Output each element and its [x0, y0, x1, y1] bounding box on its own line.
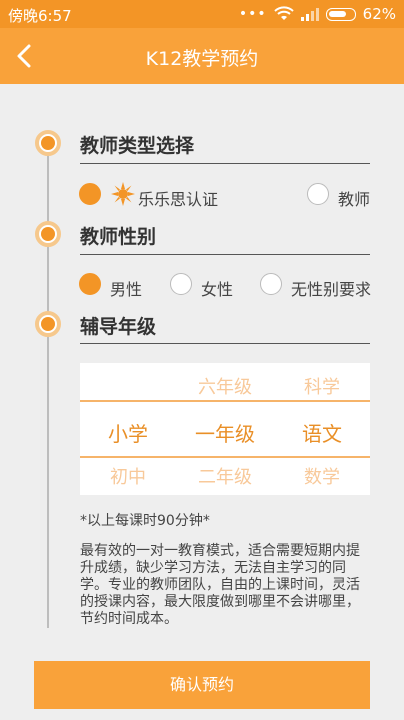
status-time: 傍晚6:57: [8, 7, 72, 25]
battery-icon: [325, 7, 356, 21]
step-marker-gender: [35, 221, 61, 247]
step-marker-teacher-type: [35, 130, 61, 156]
signal-icon: [300, 8, 319, 21]
sun-badge-icon: [111, 182, 135, 206]
radio-certified-teacher[interactable]: [79, 183, 101, 205]
picker-level-below[interactable]: 初中: [80, 463, 176, 489]
notification-dots-icon: •••: [238, 6, 267, 22]
picker-grade-selected[interactable]: 一年级: [177, 418, 273, 447]
label-teacher: 教师: [338, 190, 371, 209]
label-male: 男性: [110, 280, 143, 299]
wifi-icon: [273, 6, 294, 20]
picker-subject-below[interactable]: 数学: [274, 463, 370, 489]
radio-teacher[interactable]: [307, 183, 329, 205]
app-bar: K12教学预约: [0, 28, 404, 84]
grade-picker[interactable]: 小学 初中 六年级 一年级 二年级 科学 语文 数学: [80, 363, 370, 495]
radio-female[interactable]: [170, 273, 192, 295]
picker-grade-above[interactable]: 六年级: [177, 373, 273, 399]
battery-percent: 62%: [362, 5, 396, 23]
divider: [80, 254, 370, 255]
picker-subject-above[interactable]: 科学: [274, 373, 370, 399]
section-title-gender: 教师性别: [80, 226, 157, 248]
section-title-teacher-type: 教师类型选择: [80, 135, 195, 157]
picker-grade-below[interactable]: 二年级: [177, 463, 273, 489]
label-no-preference: 无性别要求: [291, 280, 372, 299]
divider: [80, 163, 370, 164]
step-marker-grade: [35, 311, 61, 337]
lesson-duration-note: *以上每课时90分钟*: [80, 513, 210, 529]
radio-no-preference[interactable]: [260, 273, 282, 295]
label-certified-teacher: 乐乐思认证: [138, 190, 219, 209]
picker-subject-selected[interactable]: 语文: [274, 418, 370, 447]
confirm-booking-button[interactable]: 确认预约: [34, 661, 370, 709]
page-title: K12教学预约: [145, 48, 259, 70]
picker-selection-line-bottom: [80, 456, 370, 458]
picker-level-selected[interactable]: 小学: [80, 418, 176, 447]
section-title-grade: 辅导年级: [80, 316, 157, 338]
label-female: 女性: [201, 280, 234, 299]
status-bar: 傍晚6:57 ••• 62%: [0, 0, 404, 28]
service-description: 最有效的一对一教育模式，适合需要短期内提升成绩，缺少学习方法，无法自主学习的同学…: [80, 543, 360, 627]
timeline-line: [47, 142, 49, 628]
radio-male[interactable]: [79, 273, 101, 295]
status-icons: ••• 62%: [239, 5, 396, 23]
divider: [80, 343, 370, 344]
picker-selection-line-top: [80, 400, 370, 402]
